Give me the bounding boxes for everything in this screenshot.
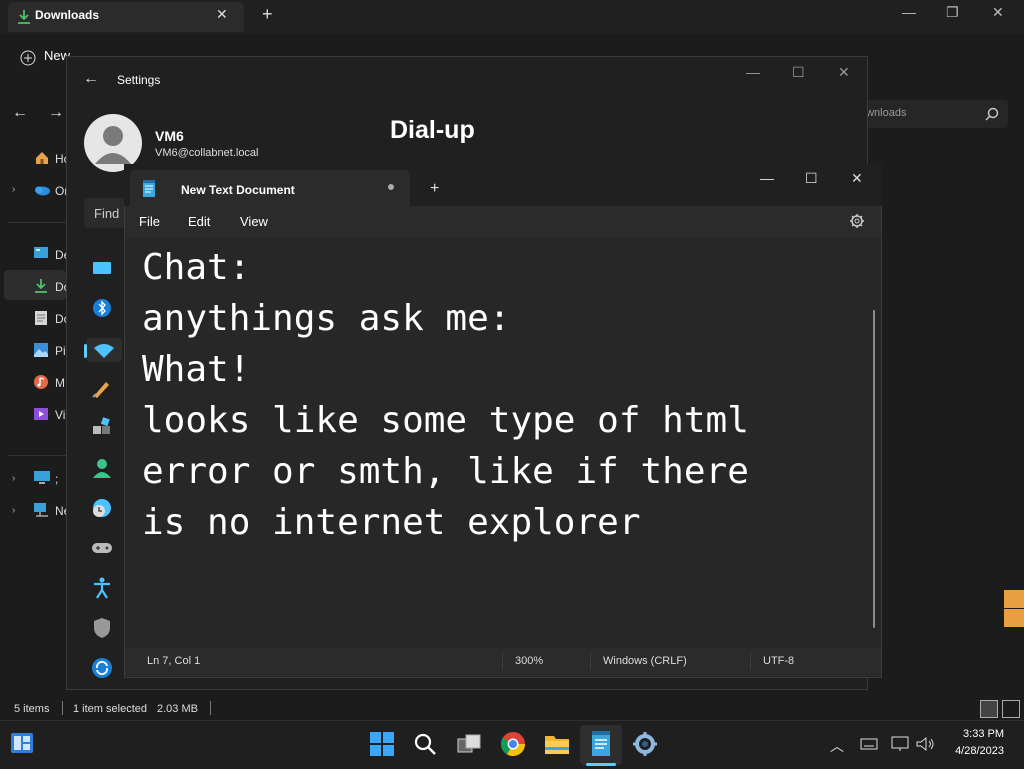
user-name: VM6 — [155, 128, 184, 144]
volume-icon[interactable] — [915, 736, 935, 752]
chevron-right-icon[interactable]: › — [12, 505, 15, 516]
status-selected: 1 item selected — [73, 703, 147, 715]
downloads-icon — [35, 279, 47, 293]
chevron-up-icon[interactable]: ︿ — [830, 736, 844, 756]
notepad-icon — [143, 180, 155, 197]
music-icon — [34, 375, 48, 389]
apps-icon[interactable] — [90, 416, 114, 440]
minimize-icon[interactable]: — — [746, 64, 760, 80]
search-icon[interactable] — [985, 107, 999, 121]
status-separator — [502, 652, 503, 670]
tiles-view-icon[interactable] — [1002, 700, 1020, 718]
back-icon[interactable]: ← — [83, 70, 99, 88]
add-icon — [20, 50, 36, 66]
display-icon[interactable] — [1004, 609, 1024, 627]
details-view-icon[interactable] — [980, 700, 998, 718]
settings-search-placeholder: Find — [94, 206, 120, 221]
status-size: 2.03 MB — [157, 703, 198, 715]
nav-selection-indicator — [84, 344, 87, 358]
close-icon[interactable]: ✕ — [992, 4, 1004, 21]
page-title: Dial-up — [390, 116, 475, 144]
chevron-right-icon[interactable]: › — [12, 473, 15, 484]
explorer-status-bar — [0, 698, 1024, 720]
status-separator — [590, 652, 591, 670]
sidebar-item-pictures[interactable]: Pi — [55, 344, 66, 358]
gear-icon[interactable] — [849, 213, 865, 229]
new-tab-button[interactable]: + — [430, 180, 439, 198]
status-separator — [750, 652, 751, 670]
menu-file[interactable]: File — [139, 214, 160, 229]
network-internet-icon[interactable] — [92, 338, 116, 362]
sidebar-item-music[interactable]: M — [55, 376, 65, 390]
notepad-text-content[interactable]: Chat: anythings ask me: What! looks like… — [142, 242, 862, 548]
task-view-icon[interactable] — [455, 730, 483, 758]
active-app-indicator — [586, 763, 616, 766]
privacy-security-icon[interactable] — [90, 616, 114, 640]
home-icon — [36, 152, 48, 164]
network-monitor-icon[interactable] — [1004, 590, 1024, 608]
windows-update-icon[interactable] — [90, 656, 114, 680]
gaming-icon[interactable] — [90, 536, 114, 560]
chrome-icon[interactable] — [499, 730, 527, 758]
unsaved-indicator — [388, 184, 394, 190]
search-icon[interactable] — [411, 730, 439, 758]
status-separator — [210, 701, 211, 715]
close-tab-icon[interactable]: ✕ — [216, 6, 228, 23]
time-language-icon[interactable] — [90, 496, 114, 520]
sidebar-divider — [8, 455, 66, 456]
videos-icon — [34, 408, 48, 420]
maximize-icon[interactable]: ☐ — [805, 170, 818, 187]
menu-view[interactable]: View — [240, 214, 268, 229]
sidebar-item-this-pc[interactable]: ; — [55, 472, 58, 486]
status-item-count: 5 items — [14, 703, 50, 715]
start-icon[interactable] — [368, 730, 396, 758]
minimize-icon[interactable]: — — [902, 4, 916, 20]
accounts-icon[interactable] — [90, 456, 114, 480]
status-line-ending: Windows (CRLF) — [603, 655, 687, 667]
close-icon[interactable]: ✕ — [838, 64, 850, 81]
documents-icon — [35, 311, 47, 325]
network-icon — [34, 503, 48, 517]
status-separator — [62, 701, 63, 715]
settings-title: Settings — [117, 73, 161, 87]
vertical-scrollbar[interactable] — [873, 310, 875, 628]
sidebar-divider — [8, 222, 66, 223]
network-tray-icon[interactable] — [891, 736, 909, 752]
forward-icon[interactable]: → — [48, 104, 64, 122]
bluetooth-icon[interactable] — [90, 296, 114, 320]
pictures-icon — [34, 343, 48, 357]
clock-date[interactable]: 4/28/2023 — [938, 745, 1004, 757]
menu-edit[interactable]: Edit — [188, 214, 210, 229]
status-cursor-position: Ln 7, Col 1 — [147, 655, 201, 667]
clock-time[interactable]: 3:33 PM — [948, 728, 1004, 740]
accessibility-icon[interactable] — [90, 576, 114, 600]
back-icon[interactable]: ← — [12, 104, 28, 122]
system-icon[interactable] — [90, 256, 114, 280]
new-tab-button[interactable]: + — [262, 4, 273, 25]
minimize-icon[interactable]: — — [760, 170, 774, 186]
this-pc-icon — [34, 471, 50, 484]
chevron-right-icon[interactable]: › — [12, 184, 15, 195]
status-encoding: UTF-8 — [763, 655, 795, 667]
onedrive-icon — [35, 186, 50, 196]
explorer-tab-title: Downloads — [35, 8, 100, 22]
notepad-icon[interactable] — [587, 730, 615, 758]
notepad-tab-title: New Text Document — [181, 183, 295, 197]
sidebar-item-videos[interactable]: Vi — [55, 408, 65, 422]
user-email: VM6@collabnet.local — [155, 147, 259, 159]
status-zoom: 300% — [515, 655, 544, 667]
widgets-icon[interactable] — [10, 732, 34, 754]
notepad-menu-bar — [125, 206, 881, 238]
close-icon[interactable]: ✕ — [851, 170, 863, 187]
restore-icon[interactable]: ❐ — [946, 4, 959, 21]
file-explorer-icon[interactable] — [543, 730, 571, 758]
settings-icon[interactable] — [631, 730, 659, 758]
personalization-icon[interactable] — [90, 376, 114, 400]
desktop-icon — [34, 247, 48, 258]
maximize-icon[interactable]: ☐ — [792, 64, 805, 81]
download-icon — [18, 10, 30, 24]
keyboard-icon[interactable] — [860, 737, 878, 751]
